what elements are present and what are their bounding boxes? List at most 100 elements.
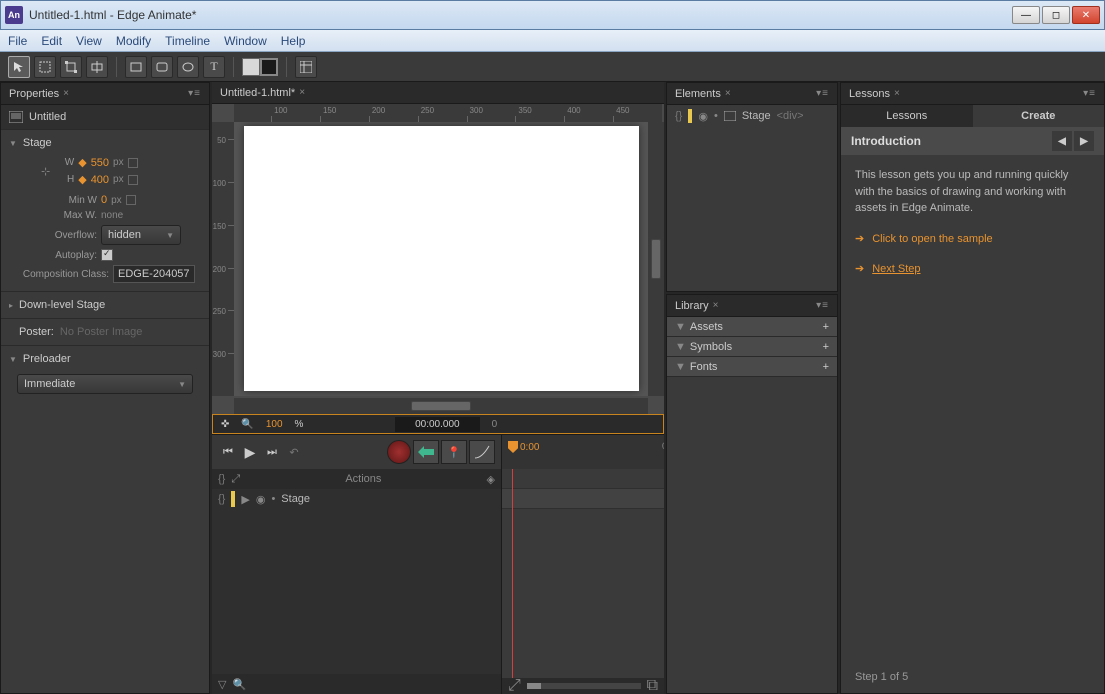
expand-icon[interactable]: ⤢	[508, 677, 521, 694]
close-icon[interactable]: ×	[894, 88, 900, 99]
close-button[interactable]: ✕	[1072, 6, 1100, 24]
fg-swatch[interactable]	[242, 58, 260, 76]
min-w[interactable]: 0	[101, 194, 107, 206]
toolbar: T	[0, 52, 1105, 82]
library-tab[interactable]: Library × ▾≡	[667, 295, 837, 317]
lesson-footer: Step 1 of 5	[841, 665, 1104, 693]
zoom-timeline-icon[interactable]: 🔍	[232, 678, 246, 691]
prev-lesson-button[interactable]: ◀	[1052, 131, 1072, 151]
element-stage-row[interactable]: {} ◉ • Stage <div>	[667, 105, 837, 127]
playhead-line[interactable]	[512, 469, 513, 678]
max-w[interactable]: none	[101, 210, 123, 221]
comp-class-input[interactable]	[113, 265, 195, 283]
close-icon[interactable]: ×	[63, 88, 69, 99]
overflow-dropdown[interactable]: hidden▼	[101, 225, 181, 245]
panel-options-icon[interactable]: ▾≡	[188, 88, 201, 99]
text-tool[interactable]: T	[203, 56, 225, 78]
h-scrollbar[interactable]	[234, 398, 648, 414]
next-step-link[interactable]: ➔Next Step	[855, 261, 1090, 278]
playhead-marker[interactable]: 0:00	[508, 441, 539, 453]
marquee-tool[interactable]	[34, 56, 56, 78]
menu-help[interactable]: Help	[281, 34, 306, 48]
autoplay-checkbox[interactable]	[101, 249, 113, 261]
rewind-button[interactable]: ⏮	[218, 442, 238, 462]
timeline-tracks[interactable]: 0:00 0:01 ⤢ ⧉	[502, 435, 664, 694]
forward-button[interactable]: ⏭	[262, 442, 282, 462]
time-ruler[interactable]: 0:00 0:01	[502, 435, 664, 469]
w-toggle[interactable]	[128, 158, 138, 168]
lessons-tab-header[interactable]: Lessons × ▾≡	[841, 83, 1104, 105]
minimize-button[interactable]: —	[1012, 6, 1040, 24]
tab-lessons[interactable]: Lessons	[841, 105, 973, 127]
minw-toggle[interactable]	[126, 195, 136, 205]
ellipse-tool[interactable]	[177, 56, 199, 78]
actions-row[interactable]: {} ⤢ Actions ◈	[212, 469, 501, 489]
bg-swatch[interactable]	[260, 58, 278, 76]
panel-options-icon[interactable]: ▾≡	[1083, 88, 1096, 99]
stage-section-header[interactable]: ▼Stage	[9, 134, 201, 152]
menu-timeline[interactable]: Timeline	[165, 34, 210, 48]
eye-icon[interactable]: ◉	[698, 110, 708, 123]
menu-window[interactable]: Window	[224, 34, 267, 48]
lib-fonts[interactable]: ▼Fonts+	[667, 357, 837, 377]
lock-icon[interactable]: •	[271, 493, 275, 505]
eye-icon[interactable]: ◉	[256, 493, 266, 506]
menu-view[interactable]: View	[76, 34, 102, 48]
close-icon[interactable]: ×	[299, 87, 305, 98]
stage-h[interactable]: 400	[91, 174, 109, 186]
properties-tab[interactable]: Properties × ▾≡	[1, 83, 209, 105]
menu-modify[interactable]: Modify	[116, 34, 151, 48]
round-rect-tool[interactable]	[151, 56, 173, 78]
lib-symbols[interactable]: ▼Symbols+	[667, 337, 837, 357]
easing-button[interactable]	[469, 440, 495, 464]
close-icon[interactable]: ×	[725, 88, 731, 99]
panel-options-icon[interactable]: ▾≡	[816, 88, 829, 99]
preloader-header[interactable]: ▼Preloader	[9, 350, 201, 368]
stage-canvas[interactable]	[244, 126, 639, 391]
snap-icon[interactable]: ⧉	[647, 677, 658, 694]
play-button[interactable]: ▶	[240, 442, 260, 462]
add-icon[interactable]: +	[823, 341, 829, 353]
canvas-viewport[interactable]	[234, 122, 648, 396]
poster-section[interactable]: ▸Poster:No Poster Image	[1, 318, 209, 345]
panel-options-icon[interactable]: ▾≡	[816, 300, 829, 311]
link-wh-icon[interactable]: ⊹	[41, 165, 50, 178]
pointer-tool[interactable]	[8, 56, 30, 78]
stage-w[interactable]: 550	[91, 157, 109, 169]
add-action-icon[interactable]: ◈	[487, 473, 495, 486]
maximize-button[interactable]: ◻	[1042, 6, 1070, 24]
timeline-footer-right: ⤢ ⧉	[502, 678, 664, 694]
add-icon[interactable]: +	[823, 321, 829, 333]
downlevel-section[interactable]: ▸Down-level Stage	[1, 291, 209, 318]
preloader-dropdown[interactable]: Immediate▼	[17, 374, 193, 394]
transform-tool[interactable]	[60, 56, 82, 78]
stage-tab[interactable]: Untitled-1.html* ×	[212, 82, 664, 104]
auto-keyframe-button[interactable]	[413, 440, 439, 464]
h-toggle[interactable]	[128, 175, 138, 185]
collapse-icon[interactable]: ⤢	[231, 473, 240, 486]
crosshair-icon[interactable]: ✜	[221, 419, 229, 430]
lib-assets[interactable]: ▼Assets+	[667, 317, 837, 337]
rect-tool[interactable]	[125, 56, 147, 78]
pin-button[interactable]: 📍	[441, 440, 467, 464]
next-lesson-button[interactable]: ▶	[1074, 131, 1094, 151]
lesson-title-bar: Introduction ◀ ▶	[841, 127, 1104, 155]
stage-timeline-row[interactable]: {} ▶ ◉ • Stage	[212, 489, 501, 509]
layout-tool[interactable]	[295, 56, 317, 78]
elements-tab[interactable]: Elements × ▾≡	[667, 83, 837, 105]
menu-edit[interactable]: Edit	[41, 34, 62, 48]
separator	[233, 57, 234, 77]
filter-icon[interactable]: ▽	[218, 678, 226, 691]
lock-icon[interactable]: •	[714, 110, 718, 122]
return-button[interactable]: ↶	[284, 442, 304, 462]
record-button[interactable]	[387, 440, 411, 464]
clip-tool[interactable]	[86, 56, 108, 78]
open-sample-link[interactable]: ➔Click to open the sample	[855, 231, 1090, 248]
close-icon[interactable]: ×	[713, 300, 719, 311]
v-scrollbar[interactable]	[648, 122, 664, 396]
menu-file[interactable]: File	[8, 34, 27, 48]
zoom-value[interactable]: 100	[266, 419, 283, 430]
add-icon[interactable]: +	[823, 361, 829, 373]
zoom-icon[interactable]: 🔍	[241, 419, 253, 430]
tab-create[interactable]: Create	[973, 105, 1105, 127]
